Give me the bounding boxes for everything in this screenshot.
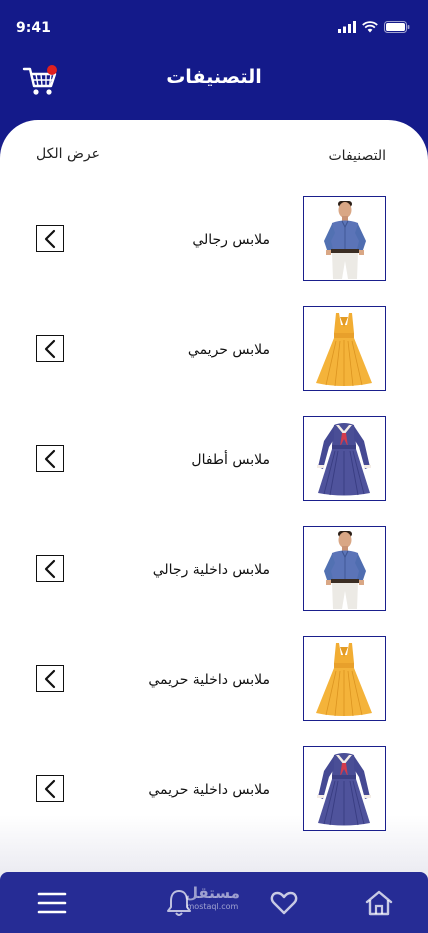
category-open-button[interactable]: [36, 555, 64, 582]
navy-dress-image: [317, 753, 371, 826]
category-label: ملابس رجالي: [192, 232, 270, 248]
yellow-dress-image: [316, 643, 372, 717]
chevron-left-icon: [44, 669, 56, 688]
category-thumbnail[interactable]: [303, 416, 386, 501]
category-thumbnail[interactable]: [303, 526, 386, 611]
chevron-left-icon: [44, 229, 56, 248]
category-open-button[interactable]: [36, 225, 64, 252]
menu-button[interactable]: [36, 888, 68, 918]
category-thumbnail[interactable]: [303, 196, 386, 281]
category-thumbnail[interactable]: [303, 636, 386, 721]
view-all-link[interactable]: عرض الكل: [36, 146, 100, 162]
category-open-button[interactable]: [36, 335, 64, 362]
category-open-button[interactable]: [36, 665, 64, 692]
category-open-button[interactable]: [36, 775, 64, 802]
category-label: ملابس داخلية حريمي: [148, 672, 270, 688]
chevron-left-icon: [44, 449, 56, 468]
category-row[interactable]: ملابس داخلية حريمي: [0, 746, 428, 832]
navy-dress-image: [317, 423, 371, 496]
category-row[interactable]: ملابس داخلية رجالي: [0, 526, 428, 612]
home-button[interactable]: [363, 888, 395, 918]
watermark-url: mostaql.com: [186, 902, 239, 911]
category-row[interactable]: ملابس أطفال: [0, 416, 428, 502]
yellow-dress-image: [316, 313, 372, 387]
category-row[interactable]: ملابس حريمي: [0, 306, 428, 392]
section-title: التصنيفات: [328, 148, 387, 164]
heart-icon: [270, 891, 298, 915]
battery-icon: [384, 21, 410, 33]
menu-icon: [37, 892, 67, 914]
category-label: ملابس حريمي: [187, 342, 270, 358]
chevron-left-icon: [44, 779, 56, 798]
category-label: ملابس داخلية رجالي: [152, 562, 270, 578]
status-bar: 9:41: [0, 0, 428, 50]
status-icons: [338, 21, 410, 33]
bottom-nav: مستقل mostaql.com: [0, 872, 428, 933]
page-title: التصنيفات: [166, 66, 262, 88]
home-icon: [365, 890, 393, 916]
category-label: ملابس أطفال: [191, 452, 270, 468]
favorites-button[interactable]: [268, 888, 300, 918]
chevron-left-icon: [44, 559, 56, 578]
category-thumbnail[interactable]: [303, 746, 386, 831]
wifi-icon: [362, 21, 378, 33]
signal-icon: [338, 21, 356, 33]
watermark: مستقل mostaql.com: [185, 886, 240, 911]
category-open-button[interactable]: [36, 445, 64, 472]
man-shirt-image: [324, 201, 366, 279]
category-thumbnail[interactable]: [303, 306, 386, 391]
man-shirt-image: [324, 531, 366, 609]
status-time: 9:41: [16, 20, 51, 36]
category-label: ملابس داخلية حريمي: [148, 782, 270, 798]
chevron-left-icon: [44, 339, 56, 358]
watermark-logo-text: مستقل: [185, 884, 240, 902]
category-row[interactable]: ملابس رجالي: [0, 196, 428, 282]
category-row[interactable]: ملابس داخلية حريمي: [0, 636, 428, 722]
